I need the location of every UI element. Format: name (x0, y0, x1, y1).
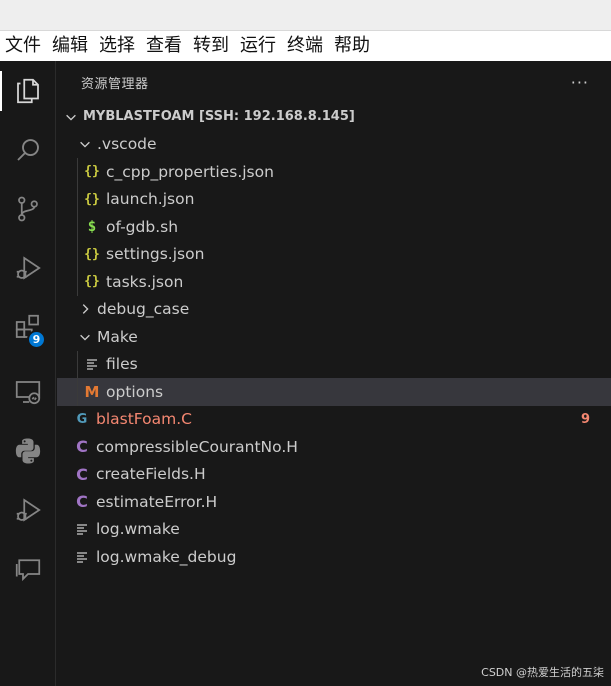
file-options[interactable]: M options (57, 378, 611, 406)
makefile-icon: M (84, 382, 100, 401)
file-label: tasks.json (106, 272, 184, 291)
menu-help[interactable]: 帮助 (329, 31, 376, 61)
file-estimate-error[interactable]: C estimateError.H (57, 488, 611, 516)
file-label: log.wmake (96, 520, 180, 539)
menu-view[interactable]: 查看 (141, 31, 188, 61)
comment-icon (15, 559, 41, 582)
file-launch[interactable]: {} launch.json (57, 185, 611, 213)
json-file-icon: {} (84, 191, 100, 207)
file-files[interactable]: files (57, 350, 611, 378)
folder-debug-case[interactable]: debug_case (57, 296, 611, 324)
chevron-down-icon (77, 136, 93, 152)
file-settings[interactable]: {} settings.json (57, 240, 611, 268)
text-lines-icon (73, 523, 91, 535)
files-icon (17, 78, 39, 104)
menu-go[interactable]: 转到 (188, 31, 235, 61)
file-label: of-gdb.sh (106, 217, 179, 236)
explorer-activity[interactable] (0, 67, 56, 115)
search-icon (17, 139, 39, 161)
more-actions-icon[interactable]: ··· (571, 73, 589, 92)
menu-edit[interactable]: 编辑 (47, 31, 94, 61)
file-label: settings.json (106, 245, 205, 264)
remote-explorer-activity[interactable] (0, 368, 56, 416)
menu-selection[interactable]: 选择 (94, 31, 141, 61)
file-label: files (106, 355, 138, 374)
python-activity[interactable] (0, 427, 56, 475)
file-log-wmake-debug[interactable]: log.wmake_debug (57, 543, 611, 571)
folder-vscode[interactable]: .vscode (57, 131, 611, 159)
file-of-gdb[interactable]: $ of-gdb.sh (57, 213, 611, 241)
run-debug-secondary-activity[interactable] (0, 486, 56, 534)
file-blastfoam-c[interactable]: G blastFoam.C 9 (57, 406, 611, 434)
text-lines-icon (73, 551, 91, 563)
json-file-icon: {} (84, 246, 100, 262)
json-file-icon: {} (84, 274, 100, 290)
run-debug-icon (16, 498, 41, 522)
file-label: compressibleCourantNo.H (96, 437, 298, 456)
folder-label: debug_case (97, 300, 190, 319)
root-folder-label: MYBLASTFOAM [SSH: 192.168.8.145] (83, 109, 355, 125)
explorer-title: 资源管理器 (81, 76, 149, 92)
file-log-wmake[interactable]: log.wmake (57, 516, 611, 544)
file-create-fields[interactable]: C createFields.H (57, 461, 611, 489)
remote-explorer-icon (15, 381, 41, 405)
tree-root-folder[interactable]: MYBLASTFOAM [SSH: 192.168.8.145] (57, 103, 611, 131)
file-c-cpp-properties[interactable]: {} c_cpp_properties.json (57, 158, 611, 186)
folder-make[interactable]: Make (57, 323, 611, 351)
json-file-icon: {} (84, 164, 100, 180)
file-tasks[interactable]: {} tasks.json (57, 268, 611, 296)
c-file-icon: C (76, 464, 88, 484)
chevron-down-icon (77, 329, 93, 345)
python-icon (15, 438, 41, 464)
file-label: createFields.H (96, 465, 206, 484)
window-title-bar (0, 0, 611, 30)
file-label: estimateError.H (96, 492, 218, 511)
explorer-sidebar: 资源管理器 ··· MYBLASTFOAM [SSH: 192.168.8.14… (57, 61, 611, 686)
run-debug-icon (16, 256, 41, 280)
extensions-badge: 9 (27, 330, 46, 349)
extensions-activity[interactable]: 9 (0, 303, 56, 351)
file-label: log.wmake_debug (96, 547, 237, 566)
folder-label: .vscode (97, 135, 157, 154)
shell-file-icon: $ (87, 218, 97, 235)
file-label: blastFoam.C (96, 410, 192, 429)
text-lines-icon (83, 358, 101, 370)
cpp-file-icon: G (76, 411, 88, 427)
source-control-activity[interactable] (0, 185, 56, 233)
comments-activity[interactable] (0, 545, 56, 593)
menu-run[interactable]: 运行 (235, 31, 282, 61)
search-activity[interactable] (0, 126, 56, 174)
run-debug-activity[interactable] (0, 244, 56, 292)
c-file-icon: C (76, 437, 88, 457)
explorer-header: 资源管理器 ··· (57, 61, 611, 103)
watermark: CSDN @热爱生活的五柒 (481, 666, 604, 679)
menu-bar: 文件 编辑 选择 查看 转到 运行 终端 帮助 (0, 30, 611, 61)
file-tree: MYBLASTFOAM [SSH: 192.168.8.145] .vscode… (57, 103, 611, 571)
activity-bar: 9 (0, 61, 56, 686)
problems-count-badge: 9 (580, 411, 590, 427)
chevron-right-icon (77, 301, 93, 317)
menu-file[interactable]: 文件 (0, 31, 47, 61)
file-compressible-courant[interactable]: C compressibleCourantNo.H (57, 433, 611, 461)
menu-terminal[interactable]: 终端 (282, 31, 329, 61)
file-label: c_cpp_properties.json (106, 162, 274, 181)
source-control-icon (18, 196, 38, 222)
file-label: options (106, 382, 164, 401)
folder-label: Make (97, 327, 138, 346)
file-label: launch.json (106, 190, 195, 209)
chevron-down-icon (63, 109, 79, 125)
c-file-icon: C (76, 492, 88, 512)
